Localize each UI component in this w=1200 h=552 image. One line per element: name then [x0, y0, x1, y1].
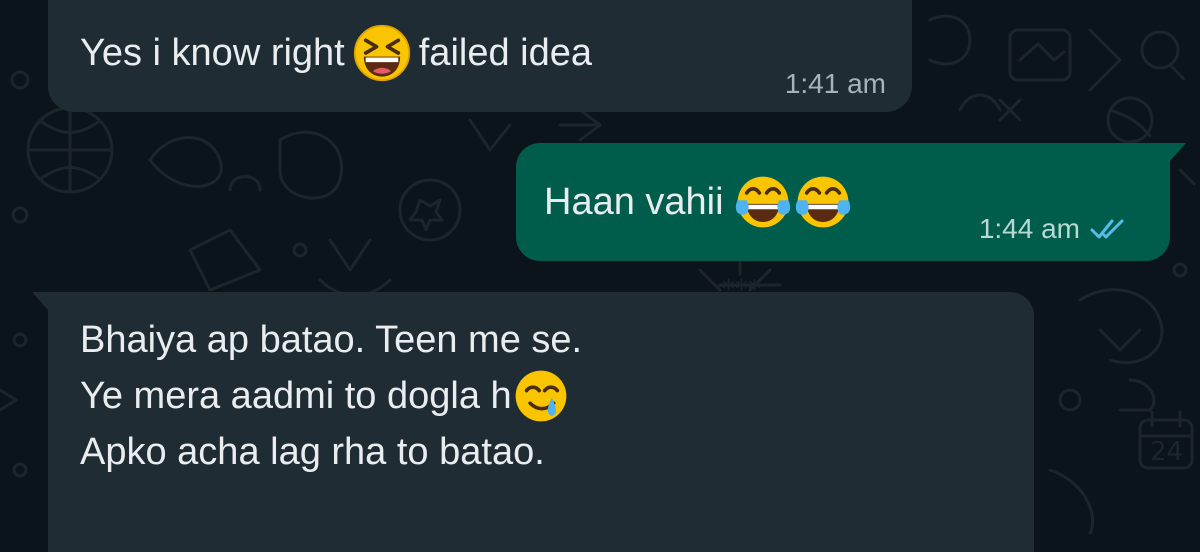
- bubble-tail: [1170, 143, 1186, 161]
- message-time: 1:41 am: [784, 68, 886, 99]
- message-text: Haan vahii: [544, 173, 853, 231]
- message-text-part: Haan vahii: [544, 181, 724, 223]
- double-check-read-icon: [1090, 219, 1124, 239]
- face-with-tears-of-joy-icon: [795, 176, 850, 228]
- message-bubble-incoming[interactable]: Bhaiya ap batao. Teen me se. Ye mera aad…: [48, 292, 1034, 552]
- message-line: Bhaiya ap batao. Teen me se.: [80, 312, 1000, 368]
- grinning-squinting-face-icon: [353, 24, 410, 82]
- face-with-tears-of-joy-icon: [735, 176, 790, 228]
- message-line-text: Ye mera aadmi to dogla h: [80, 375, 512, 417]
- svg-text:24: 24: [1150, 437, 1183, 467]
- message-line: Apko acha lag rha to batao.: [80, 424, 1000, 480]
- message-meta: 1:44 am: [979, 213, 1126, 245]
- message-line: Ye mera aadmi to dogla h: [80, 368, 1000, 424]
- message-text-part: failed idea: [418, 32, 592, 74]
- message-meta: 1:41 am: [785, 68, 886, 100]
- message-text: Yes i know right failed idea: [80, 24, 592, 82]
- message-line-text: Bhaiya ap batao. Teen me se.: [80, 319, 583, 361]
- message-line-text: Apko acha lag rha to batao.: [80, 431, 545, 473]
- message-bubble-incoming[interactable]: Yes i know right failed idea 1:41 am: [48, 0, 912, 112]
- message-time: 1:44 am: [978, 213, 1080, 244]
- message-text-part: Yes i know right: [80, 32, 345, 74]
- smiling-face-with-tear-icon: [515, 370, 567, 422]
- message-bubble-outgoing[interactable]: Haan vahii 1:44 am: [516, 143, 1170, 261]
- bubble-tail: [32, 292, 48, 310]
